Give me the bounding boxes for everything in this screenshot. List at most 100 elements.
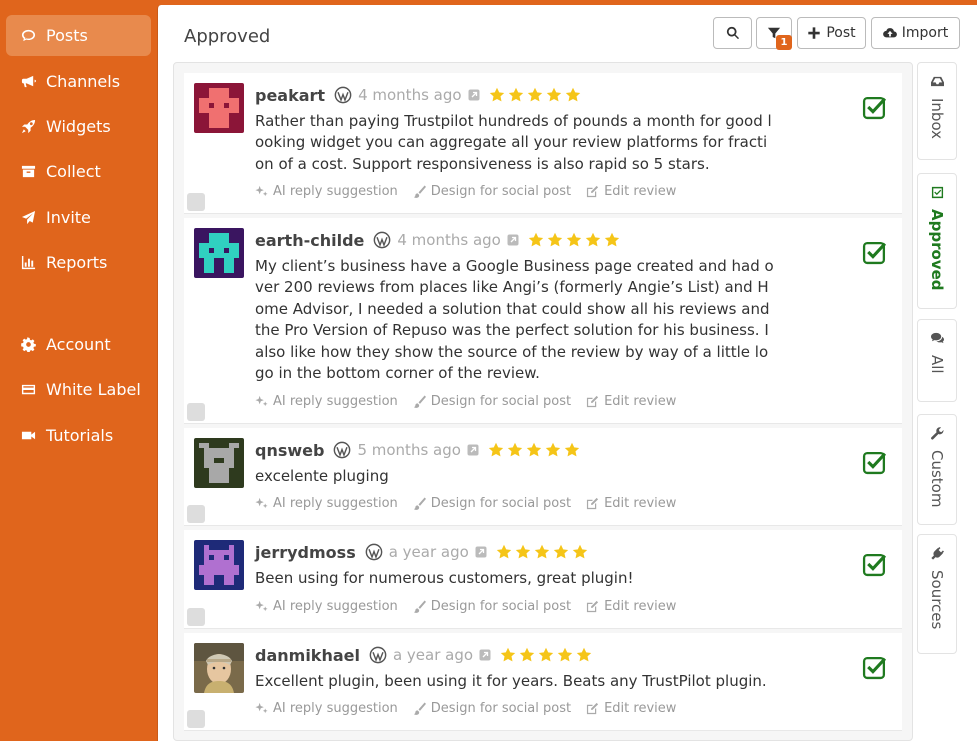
sidebar-item-tutorials[interactable]: Tutorials: [6, 415, 151, 456]
ai-reply-link[interactable]: AI reply suggestion: [255, 184, 398, 199]
sidebar: Posts Channels Widgets Collect Invite Re…: [0, 0, 152, 741]
star-icon: [507, 442, 523, 457]
add-post-button[interactable]: Post: [797, 17, 866, 49]
paintbrush-icon: [413, 600, 426, 613]
review-card: qnsweb 5 months ago excelente pluging AI…: [184, 428, 902, 526]
star-icon: [528, 232, 544, 247]
star-icon: [565, 87, 580, 102]
design-social-link[interactable]: Design for social post: [413, 701, 571, 716]
sidebar-item-posts[interactable]: Posts: [6, 15, 151, 56]
sidebar-item-reports[interactable]: Reports: [6, 242, 151, 283]
external-link-icon[interactable]: [467, 444, 479, 456]
tab-approved[interactable]: Approved: [917, 173, 957, 309]
sparkle-icon: [255, 600, 268, 612]
approved-check-icon[interactable]: [862, 450, 887, 475]
paintbrush-icon: [413, 497, 426, 510]
review-author[interactable]: peakart: [255, 86, 325, 105]
approved-check-icon[interactable]: [862, 95, 887, 120]
review-time: 4 months ago: [358, 86, 462, 104]
credit-card-icon: [20, 382, 36, 398]
design-social-link[interactable]: Design for social post: [413, 394, 571, 409]
sidebar-item-account[interactable]: Account: [6, 324, 151, 365]
select-checkbox[interactable]: [187, 608, 205, 626]
review-header: peakart 4 months ago: [255, 83, 581, 107]
approved-check-icon[interactable]: [862, 655, 887, 680]
ai-reply-link[interactable]: AI reply suggestion: [255, 394, 398, 409]
archive-icon: [20, 164, 36, 180]
edit-review-link[interactable]: Edit review: [586, 184, 676, 199]
design-social-link[interactable]: Design for social post: [413, 599, 571, 614]
review-card: jerrydmoss a year ago Been using for num…: [184, 530, 902, 629]
import-button[interactable]: Import: [871, 17, 960, 49]
design-social-link[interactable]: Design for social post: [413, 496, 571, 511]
ai-reply-label: AI reply suggestion: [273, 496, 398, 511]
edit-icon: [587, 600, 599, 613]
search-icon: [726, 26, 739, 40]
tab-sources[interactable]: Sources: [917, 534, 957, 654]
star-icon: [547, 232, 563, 247]
ai-reply-link[interactable]: AI reply suggestion: [255, 496, 398, 511]
bar-chart-icon: [20, 255, 36, 271]
filter-count-badge: 1: [776, 35, 792, 50]
edit-review-link[interactable]: Edit review: [586, 701, 676, 716]
star-icon: [553, 544, 569, 559]
review-time: a year ago: [392, 646, 474, 664]
search-button[interactable]: [713, 17, 752, 49]
review-author[interactable]: earth-childe: [255, 231, 364, 250]
sidebar-item-white-label[interactable]: White Label: [6, 369, 151, 410]
star-icon: [557, 647, 573, 662]
sidebar-item-channels[interactable]: Channels: [6, 61, 151, 102]
review-list: peakart 4 months ago Rather than paying …: [173, 62, 913, 741]
star-icon: [576, 647, 592, 662]
select-checkbox[interactable]: [187, 710, 205, 728]
approved-check-icon[interactable]: [862, 240, 887, 265]
external-link-icon[interactable]: [507, 234, 519, 246]
review-time: 5 months ago: [357, 441, 461, 459]
star-icon: [519, 647, 535, 662]
external-link-icon[interactable]: [468, 89, 480, 101]
tab-inbox[interactable]: Inbox: [917, 62, 957, 160]
edit-icon: [587, 497, 599, 510]
tab-label: Sources: [928, 570, 946, 630]
tab-custom[interactable]: Custom: [917, 414, 957, 525]
external-link-icon[interactable]: [475, 546, 487, 558]
edit-review-label: Edit review: [604, 496, 677, 511]
ai-reply-link[interactable]: AI reply suggestion: [255, 701, 398, 716]
approved-check-icon[interactable]: [862, 552, 887, 577]
megaphone-icon: [20, 74, 36, 90]
comment-icon: [20, 28, 36, 44]
design-social-label: Design for social post: [430, 184, 572, 199]
paper-plane-icon: [20, 210, 36, 226]
review-author[interactable]: jerrydmoss: [255, 543, 356, 562]
design-social-link[interactable]: Design for social post: [413, 184, 571, 199]
external-link-icon[interactable]: [479, 649, 491, 661]
review-author[interactable]: qnsweb: [255, 441, 324, 460]
star-icon: [538, 647, 554, 662]
review-author[interactable]: danmikhael: [255, 646, 360, 665]
edit-icon: [587, 185, 599, 198]
video-icon: [20, 428, 36, 444]
review-card: danmikhael a year ago Excellent plugin, …: [184, 633, 902, 731]
star-icon: [572, 544, 588, 559]
page-title: Approved: [184, 26, 271, 47]
sidebar-item-invite[interactable]: Invite: [6, 197, 151, 238]
star-rating: [489, 87, 581, 103]
sidebar-item-label: Posts: [46, 26, 88, 45]
select-checkbox[interactable]: [187, 403, 205, 421]
sidebar-item-collect[interactable]: Collect: [6, 151, 151, 192]
sidebar-item-widgets[interactable]: Widgets: [6, 106, 151, 147]
filter-button[interactable]: 1: [756, 17, 792, 50]
review-actions: AI reply suggestion Design for social po…: [255, 394, 691, 409]
select-checkbox[interactable]: [187, 505, 205, 523]
avatar: [194, 83, 244, 133]
edit-review-link[interactable]: Edit review: [586, 599, 676, 614]
design-social-label: Design for social post: [430, 496, 572, 511]
tab-all[interactable]: All: [917, 319, 957, 402]
sparkle-icon: [255, 185, 268, 197]
star-icon: [526, 442, 542, 457]
ai-reply-link[interactable]: AI reply suggestion: [255, 599, 398, 614]
edit-review-link[interactable]: Edit review: [586, 496, 676, 511]
design-social-label: Design for social post: [430, 701, 572, 716]
select-checkbox[interactable]: [187, 193, 205, 211]
edit-review-link[interactable]: Edit review: [586, 394, 676, 409]
